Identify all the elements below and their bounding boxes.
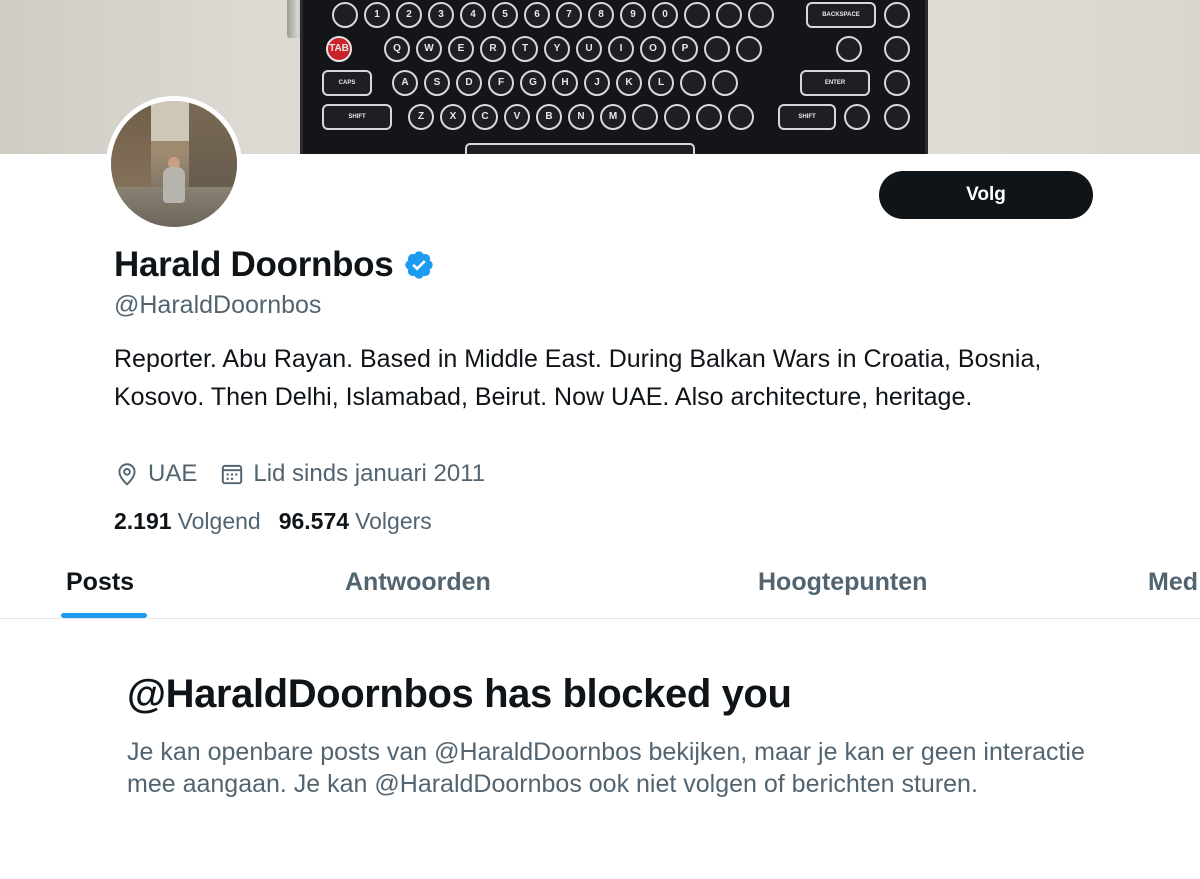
banner-key: L <box>648 70 674 96</box>
profile-bio: Reporter. Abu Rayan. Based in Middle Eas… <box>114 345 1042 411</box>
banner-key <box>884 104 910 130</box>
joined-text: Lid sinds januari 2011 <box>253 460 486 487</box>
blocked-title: @HaraldDoornbos has blocked you <box>127 672 792 716</box>
location-pin-icon <box>118 463 136 486</box>
banner-key: S <box>424 70 450 96</box>
banner-key: 1 <box>364 2 390 28</box>
banner-key: B <box>536 104 562 130</box>
banner-key: G <box>520 70 546 96</box>
banner-key-shift-right: SHIFT <box>778 104 836 130</box>
banner-key <box>736 36 762 62</box>
tab-replies[interactable]: Antwoorden <box>345 568 491 597</box>
banner-key <box>844 104 870 130</box>
profile-tabs: Posts Antwoorden Hoogtepunten Med <box>0 560 1200 619</box>
calendar-icon <box>222 464 243 485</box>
banner-key <box>704 36 730 62</box>
banner-key: V <box>504 104 530 130</box>
banner-key: H <box>552 70 578 96</box>
location-item: UAE <box>114 460 197 488</box>
following-label: Volgend <box>177 508 261 534</box>
banner-key: A <box>392 70 418 96</box>
joined-item: Lid sinds januari 2011 <box>219 460 485 488</box>
banner-key: 8 <box>588 2 614 28</box>
followers-count: 96.574 <box>278 508 350 534</box>
banner-key: J <box>584 70 610 96</box>
banner-key: O <box>640 36 666 62</box>
banner-key <box>664 104 690 130</box>
banner-key <box>632 104 658 130</box>
banner-key: 6 <box>524 2 550 28</box>
banner-keyboard-image: 1 2 3 4 5 6 7 8 9 0 BACKSPACE TAB Q W E … <box>300 0 928 154</box>
location-text: UAE <box>148 460 198 487</box>
banner-key: K <box>616 70 642 96</box>
banner-key: 4 <box>460 2 486 28</box>
banner-key: 7 <box>556 2 582 28</box>
following-link[interactable]: 2.191 Volgend <box>114 508 261 535</box>
banner-key: Y <box>544 36 570 62</box>
banner-key: 9 <box>620 2 646 28</box>
profile-name-row: Harald Doornbos <box>114 245 435 285</box>
active-tab-indicator <box>61 613 147 618</box>
profile-counts: 2.191 Volgend 96.574 Volgers <box>114 508 450 535</box>
banner-key: Z <box>408 104 434 130</box>
banner-key <box>716 2 742 28</box>
banner-key <box>836 36 862 62</box>
banner-key-enter: ENTER <box>800 70 870 96</box>
profile-meta: UAE Lid sinds januari 2011 <box>114 460 507 488</box>
banner-key: D <box>456 70 482 96</box>
banner-key: Q <box>384 36 410 62</box>
banner-key-caps: CAPS <box>322 70 372 96</box>
profile-name: Harald Doornbos <box>114 245 394 284</box>
tab-posts[interactable]: Posts <box>66 568 134 597</box>
banner-key <box>884 70 910 96</box>
banner-key <box>884 2 910 28</box>
banner-key-space <box>465 143 695 154</box>
banner-key <box>884 36 910 62</box>
banner-key <box>696 104 722 130</box>
banner-key-shift-left: SHIFT <box>322 104 392 130</box>
banner-key <box>680 70 706 96</box>
banner-key: C <box>472 104 498 130</box>
banner-key: X <box>440 104 466 130</box>
following-count: 2.191 <box>114 508 172 534</box>
followers-label: Volgers <box>355 508 432 534</box>
banner-key: E <box>448 36 474 62</box>
banner-key: M <box>600 104 626 130</box>
banner-key: 3 <box>428 2 454 28</box>
banner-key: N <box>568 104 594 130</box>
tab-media[interactable]: Med <box>1148 568 1198 597</box>
banner-key: 5 <box>492 2 518 28</box>
banner-key: 0 <box>652 2 678 28</box>
banner-key <box>712 70 738 96</box>
banner-key <box>332 2 358 28</box>
banner-key: T <box>512 36 538 62</box>
banner-key: I <box>608 36 634 62</box>
banner-key: 2 <box>396 2 422 28</box>
banner-key: R <box>480 36 506 62</box>
blocked-message: Je kan openbare posts van @HaraldDoornbo… <box>127 738 1085 798</box>
avatar[interactable] <box>106 96 242 232</box>
tab-highlights[interactable]: Hoogtepunten <box>758 568 927 597</box>
profile-handle: @HaraldDoornbos <box>114 291 322 319</box>
banner-key: F <box>488 70 514 96</box>
banner-key: W <box>416 36 442 62</box>
banner-key: U <box>576 36 602 62</box>
banner-key <box>748 2 774 28</box>
banner-key <box>728 104 754 130</box>
verified-badge-icon[interactable] <box>403 249 435 281</box>
followers-link[interactable]: 96.574 Volgers <box>279 508 432 535</box>
banner-key: P <box>672 36 698 62</box>
follow-button[interactable]: Volg <box>879 171 1093 219</box>
avatar-photo <box>111 101 237 227</box>
banner-key <box>684 2 710 28</box>
banner-key-backspace: BACKSPACE <box>806 2 876 28</box>
banner-key-tab: TAB <box>326 36 352 62</box>
